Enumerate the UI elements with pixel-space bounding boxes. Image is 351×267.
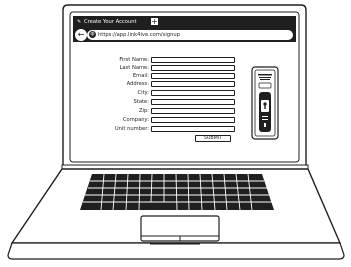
pencil-icon: ✎ (77, 19, 82, 25)
email-input[interactable] (151, 73, 235, 79)
url-text: https://app.link4ive.com/signup (98, 32, 180, 38)
address-input[interactable] (151, 81, 235, 87)
back-arrow-icon[interactable]: ← (75, 29, 87, 41)
unit-number-input[interactable] (151, 126, 235, 132)
company-input[interactable] (151, 117, 235, 123)
browser-window: ✎ Create Your Account + ← ◍ https://app.… (73, 16, 296, 159)
email-label: Email: (132, 73, 149, 79)
state-label: State: (133, 99, 149, 105)
submit-button[interactable]: SUBMIT (195, 135, 231, 142)
tab-create-account[interactable]: ✎ Create Your Account (75, 17, 147, 27)
company-label: Company: (122, 117, 149, 123)
city-label: City: (137, 90, 149, 96)
zip-label: Zip: (138, 108, 149, 114)
laptop-scene: ✎ Create Your Account + ← ◍ https://app.… (0, 0, 351, 267)
last-name-input[interactable] (151, 65, 235, 71)
password-manager-icon[interactable] (251, 66, 279, 140)
tab-label: Create Your Account (84, 19, 137, 25)
new-tab-button[interactable]: + (150, 17, 159, 26)
first-name-label: First Name: (119, 57, 149, 63)
address-bar[interactable]: ◍ https://app.link4ive.com/signup (87, 30, 293, 40)
zip-input[interactable] (151, 108, 235, 114)
first-name-input[interactable] (151, 57, 235, 63)
tab-bar: ✎ Create Your Account + (73, 16, 296, 28)
address-label: Address: (126, 81, 149, 87)
navigation-bar: ← ◍ https://app.link4ive.com/signup (73, 28, 296, 42)
state-input[interactable] (151, 99, 235, 105)
last-name-label: Last Name: (119, 65, 149, 71)
globe-icon: ◍ (89, 31, 96, 38)
unit-number-label: Unit number: (114, 126, 149, 132)
city-input[interactable] (151, 90, 235, 96)
